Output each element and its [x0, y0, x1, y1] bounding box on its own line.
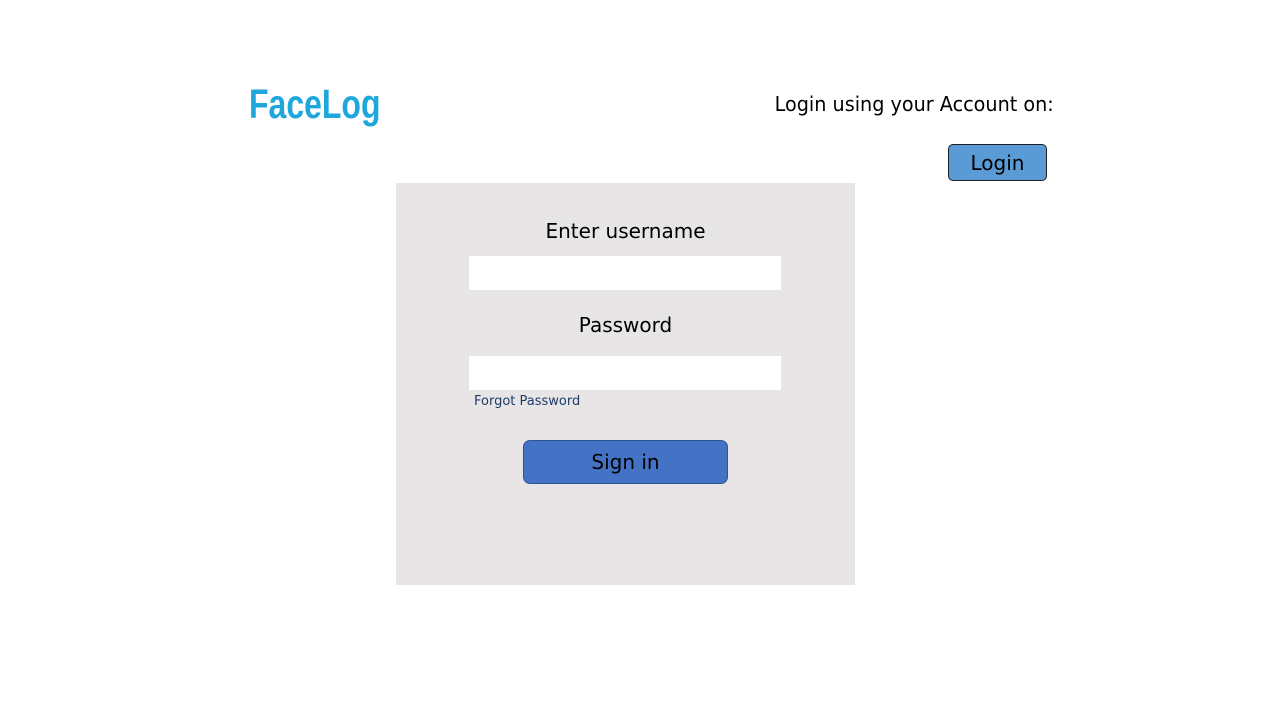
password-input[interactable] — [469, 356, 781, 390]
account-login-prompt: Login using your Account on: — [774, 92, 1054, 116]
login-panel: Enter username Password Forgot Password … — [396, 183, 855, 585]
facelog-logo: FaceLog — [249, 81, 381, 127]
sign-in-button[interactable]: Sign in — [523, 440, 728, 484]
account-login-button[interactable]: Login — [948, 144, 1047, 181]
username-label: Enter username — [545, 219, 706, 243]
username-input[interactable] — [469, 256, 781, 290]
forgot-password-link[interactable]: Forgot Password — [474, 394, 580, 409]
password-label: Password — [578, 313, 673, 337]
